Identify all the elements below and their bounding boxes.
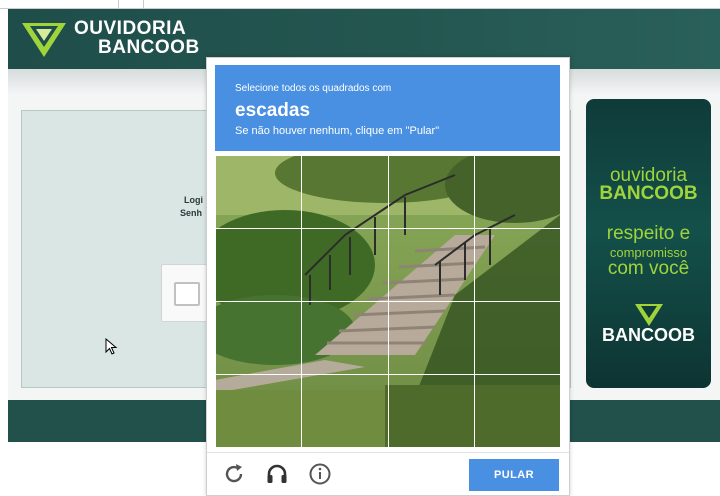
captcha-tile[interactable] — [473, 374, 560, 447]
captcha-tile[interactable] — [473, 301, 560, 375]
reload-icon[interactable] — [221, 461, 247, 487]
captcha-tile[interactable] — [387, 301, 475, 375]
captcha-tile[interactable] — [215, 301, 303, 375]
site-brand[interactable]: OUVIDORIA BANCOOB — [74, 19, 200, 57]
captcha-header: Selecione todos os quadrados com escadas… — [215, 65, 560, 151]
browser-top-strip — [0, 0, 720, 9]
mouse-cursor-icon — [105, 338, 118, 355]
captcha-tile[interactable] — [473, 228, 560, 302]
captcha-tile[interactable] — [387, 374, 475, 447]
captcha-tile[interactable] — [473, 155, 560, 229]
info-icon[interactable] — [307, 461, 333, 487]
bancoob-logo-icon[interactable] — [22, 23, 66, 57]
brand-line-1: OUVIDORIA — [74, 18, 187, 39]
captcha-subtext: Se não houver nenhum, clique em "Pular" — [235, 125, 440, 137]
ad-line-com-voce: com você — [607, 258, 690, 279]
ad-banner[interactable]: ouvidoria BANCOOB respeito e compromisso… — [586, 99, 711, 388]
captcha-tile[interactable] — [301, 155, 389, 229]
captcha-tile[interactable] — [301, 228, 389, 302]
captcha-tile[interactable] — [301, 374, 389, 447]
browser-tab-edge — [118, 0, 144, 8]
captcha-tile[interactable] — [387, 155, 475, 229]
recaptcha-challenge: Selecione todos os quadrados com escadas… — [206, 57, 570, 496]
captcha-image-grid — [215, 155, 560, 447]
brand-line-2: BANCOOB — [98, 37, 200, 58]
captcha-tile[interactable] — [215, 228, 303, 302]
ad-line-bancoob-logo: BANCOOB — [602, 325, 695, 345]
ad-line-bancoob: BANCOOB — [599, 183, 698, 204]
captcha-tile[interactable] — [215, 155, 303, 229]
password-label: Senh — [180, 208, 203, 218]
skip-button[interactable]: PULAR — [469, 459, 559, 491]
captcha-instruction: Selecione todos os quadrados com — [235, 83, 392, 94]
captcha-tile[interactable] — [215, 374, 303, 447]
captcha-tile[interactable] — [301, 301, 389, 375]
captcha-toolbar: PULAR — [207, 452, 569, 496]
headphones-icon[interactable] — [264, 461, 290, 487]
bancoob-triangle-logo-icon — [635, 304, 663, 326]
ad-line-respeito: respeito e — [606, 223, 691, 244]
recaptcha-checkbox[interactable] — [174, 282, 200, 306]
captcha-tile[interactable] — [387, 228, 475, 302]
login-label: Logi — [184, 195, 203, 205]
captcha-target-word: escadas — [235, 100, 311, 121]
